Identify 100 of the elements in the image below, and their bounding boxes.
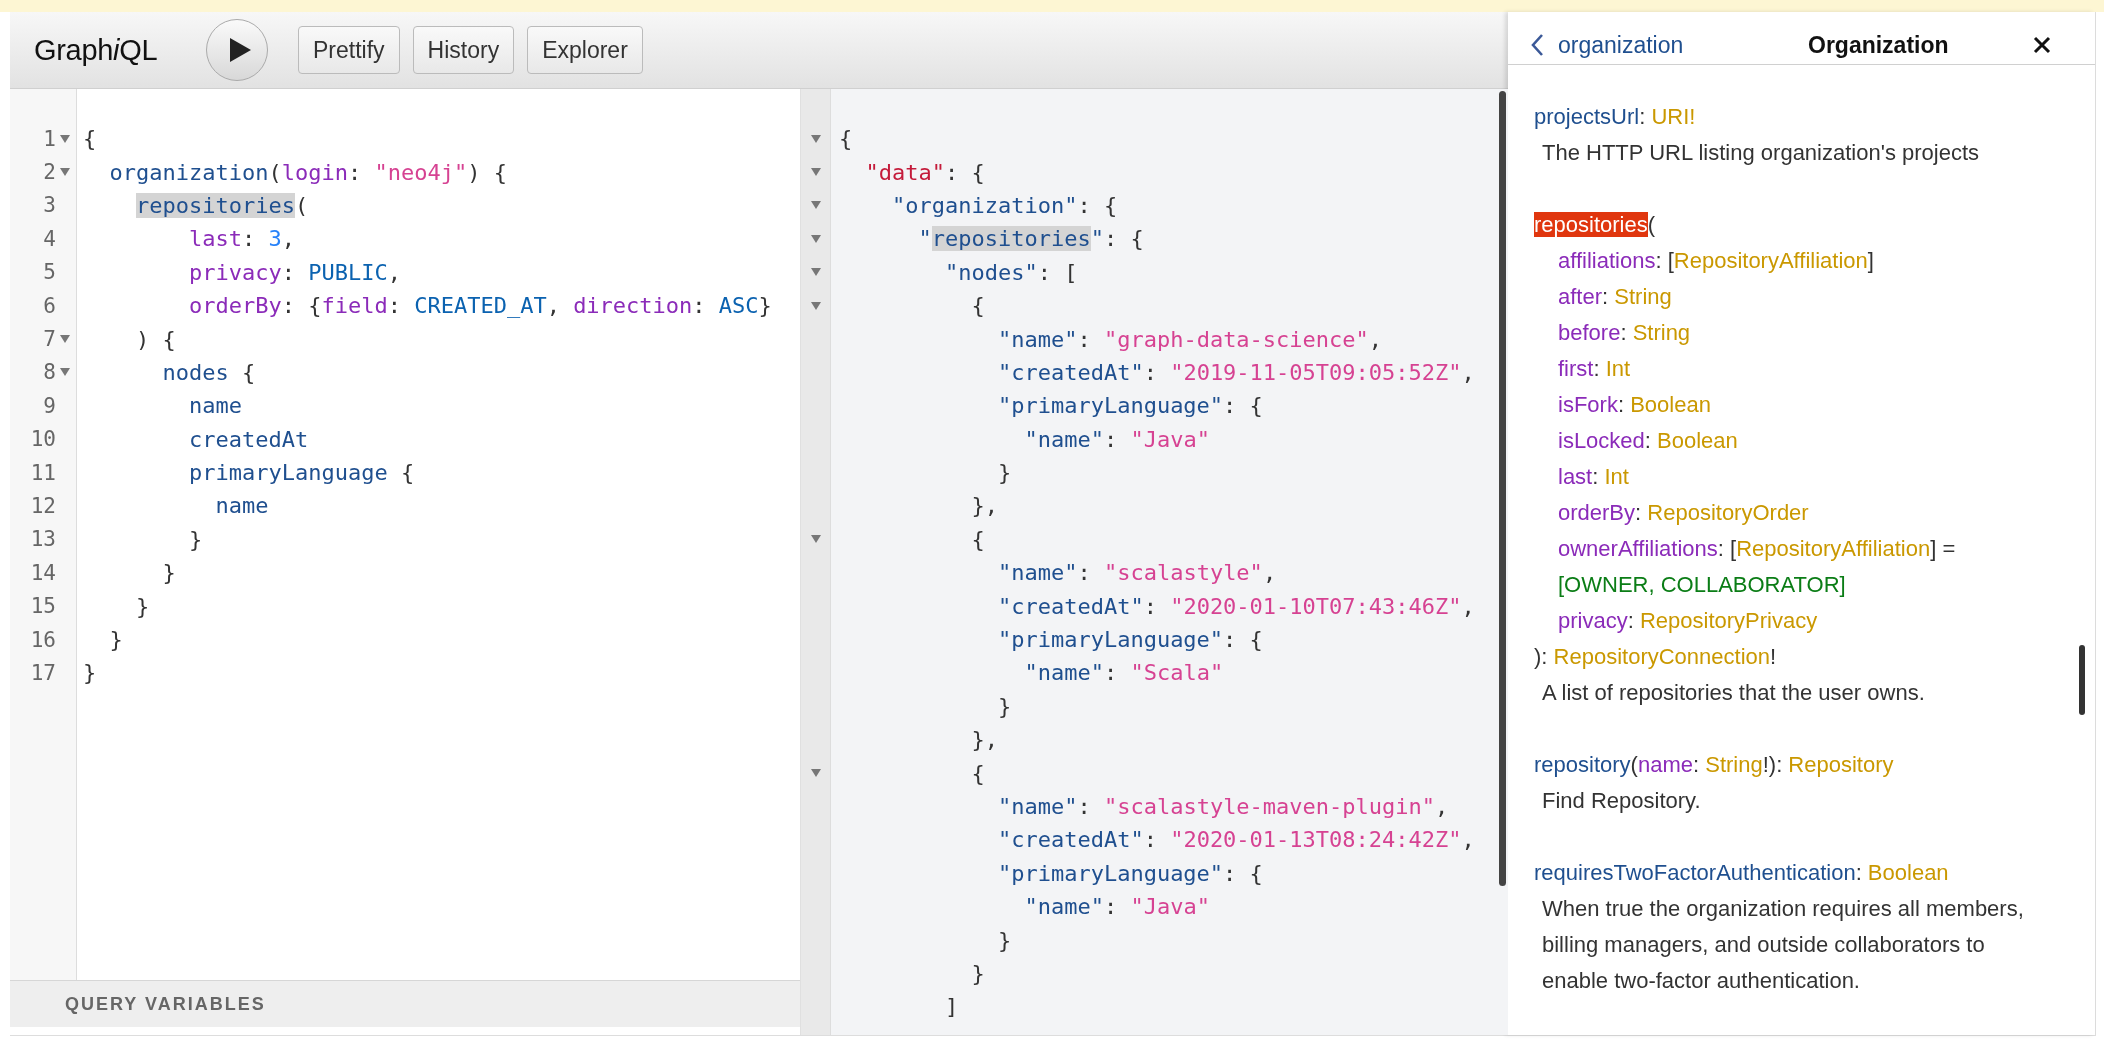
field-signature[interactable]: repositories( <box>1534 207 2051 243</box>
argument-line: [OWNER, COLLABORATOR] <box>1557 571 1847 599</box>
code-line: } <box>83 660 97 686</box>
fold-arrow-icon[interactable] <box>810 268 821 277</box>
line-number: 1 <box>43 126 56 151</box>
code-line: } <box>996 927 1012 953</box>
code-line: } <box>996 693 1012 719</box>
argument-line: ownerAffiliations: [RepositoryAffiliation] = <box>1557 535 1957 563</box>
code-line: } <box>134 593 150 619</box>
line-number: 17 <box>30 660 56 685</box>
code-line: "primaryLanguage": { <box>996 393 1263 419</box>
line-number: 6 <box>43 293 56 318</box>
toolbar-button[interactable]: Explorer <box>527 26 643 74</box>
query-variables-bar[interactable]: QUERY VARIABLES <box>10 980 800 1027</box>
code-line: } <box>996 460 1012 486</box>
line-number: 14 <box>30 560 56 585</box>
line-number: 11 <box>30 460 56 485</box>
chevron-left-icon <box>1530 33 1544 57</box>
code-line: }, <box>970 727 998 753</box>
line-number: 8 <box>43 360 56 385</box>
field-signature[interactable]: repository(name: String!): Repository <box>1534 747 2051 783</box>
code-line: { <box>839 126 853 152</box>
code-line: "name": "scalastyle-maven-plugin", <box>996 794 1449 819</box>
code-line: "createdAt": "2020-01-13T08:24:42Z", <box>996 827 1475 853</box>
docs-title: Organization <box>1807 31 1950 59</box>
code-line: "primaryLanguage": { <box>996 627 1263 653</box>
fold-arrow-icon[interactable] <box>810 201 821 210</box>
argument-line: before: String <box>1557 319 1692 347</box>
scrollbar[interactable] <box>1499 91 1506 886</box>
code-line: "data": { <box>864 159 985 185</box>
code-line: }, <box>970 493 998 519</box>
code-line: orderBy: {field: CREATED_AT, direction: ASC} <box>187 293 772 319</box>
line-number: 15 <box>30 594 56 619</box>
field-signature[interactable]: projectsUrl: URI! <box>1534 99 2051 135</box>
fold-arrow-icon[interactable] <box>810 769 821 778</box>
fold-arrow-icon[interactable] <box>60 368 70 377</box>
line-number: 2 <box>43 160 56 185</box>
code-line: { <box>970 293 985 319</box>
fold-arrow-icon[interactable] <box>810 301 821 310</box>
code-line: } <box>108 627 123 653</box>
fold-arrow-icon[interactable] <box>810 234 821 243</box>
fold-arrow-icon[interactable] <box>810 168 821 177</box>
app-logo: GraphiQL <box>34 33 159 67</box>
scrollbar[interactable] <box>2079 645 2085 715</box>
query-variables-label[interactable]: QUERY VARIABLES <box>65 993 266 1015</box>
code-line: "organization": { <box>890 192 1118 218</box>
toolbar-button[interactable]: History <box>412 26 515 74</box>
code-line: "createdAt": "2020-01-10T07:43:46Z", <box>996 593 1475 619</box>
argument-line: privacy: RepositoryPrivacy <box>1557 607 1819 635</box>
field-description: When true the organization requires all members, billing managers, and outside collaborators to enable two-factor authentication. <box>1541 895 2025 995</box>
line-number: 9 <box>43 393 56 418</box>
code-line: "name": "scalastyle", <box>996 560 1277 586</box>
code-line: } <box>970 960 985 986</box>
fold-arrow-icon[interactable] <box>810 535 821 544</box>
field-description: A list of repositories that the user owns. <box>1541 679 1926 707</box>
code-line: { <box>83 126 97 152</box>
code-line: organization(login: "neo4j") { <box>108 159 507 185</box>
line-number: 3 <box>43 193 56 218</box>
code-line: } <box>187 526 203 552</box>
argument-line: first: Int <box>1557 355 1632 383</box>
code-line: name <box>187 393 242 419</box>
toolbar-button[interactable]: Prettify <box>298 26 400 74</box>
code-line: "name": "Java" <box>1023 426 1210 452</box>
argument-line: affiliations: [RepositoryAffiliation] <box>1557 247 1875 275</box>
code-line: } <box>161 560 176 586</box>
code-line: ) { <box>134 326 176 352</box>
fold-arrow-icon[interactable] <box>60 134 70 143</box>
line-number: 10 <box>30 427 56 452</box>
field-signature[interactable]: requiresTwoFactorAuthentication: Boolean <box>1534 855 2051 891</box>
line-number: 7 <box>43 327 56 352</box>
argument-line: isFork: Boolean <box>1557 391 1712 419</box>
line-number: 13 <box>30 527 56 552</box>
field-signature[interactable]: ): RepositoryConnection! <box>1534 639 2051 675</box>
argument-line: isLocked: Boolean <box>1557 427 1739 455</box>
code-line: ] <box>943 994 959 1020</box>
code-line: primaryLanguage { <box>187 460 415 486</box>
argument-line: last: Int <box>1557 463 1630 491</box>
close-icon <box>2033 36 2051 54</box>
field-description: Find Repository. <box>1541 787 1702 815</box>
line-number: 12 <box>30 494 56 518</box>
fold-arrow-icon[interactable] <box>60 335 70 344</box>
code-line: nodes { <box>161 359 256 385</box>
fold-arrow-icon[interactable] <box>810 134 821 143</box>
back-link[interactable]: organization <box>1530 31 1790 59</box>
code-line: createdAt <box>187 426 309 452</box>
code-line: { <box>970 526 985 552</box>
fold-arrow-icon[interactable] <box>60 168 70 177</box>
close-button[interactable] <box>2033 36 2051 54</box>
code-line: { <box>970 760 985 786</box>
code-line: privacy: PUBLIC, <box>187 259 401 285</box>
line-number: 5 <box>43 260 56 285</box>
code-line: "primaryLanguage": { <box>996 860 1263 886</box>
code-line: "name": "graph-data-science", <box>996 326 1383 352</box>
code-line: "createdAt": "2019-11-05T09:05:52Z", <box>996 359 1475 385</box>
code-line: "name": "Scala" <box>1023 660 1224 686</box>
line-number: 4 <box>43 226 56 251</box>
code-line: name <box>214 493 269 519</box>
field-description: The HTTP URL listing organization's projects <box>1541 139 1981 167</box>
argument-line: orderBy: RepositoryOrder <box>1557 499 1810 527</box>
code-line: last: 3, <box>187 226 295 252</box>
